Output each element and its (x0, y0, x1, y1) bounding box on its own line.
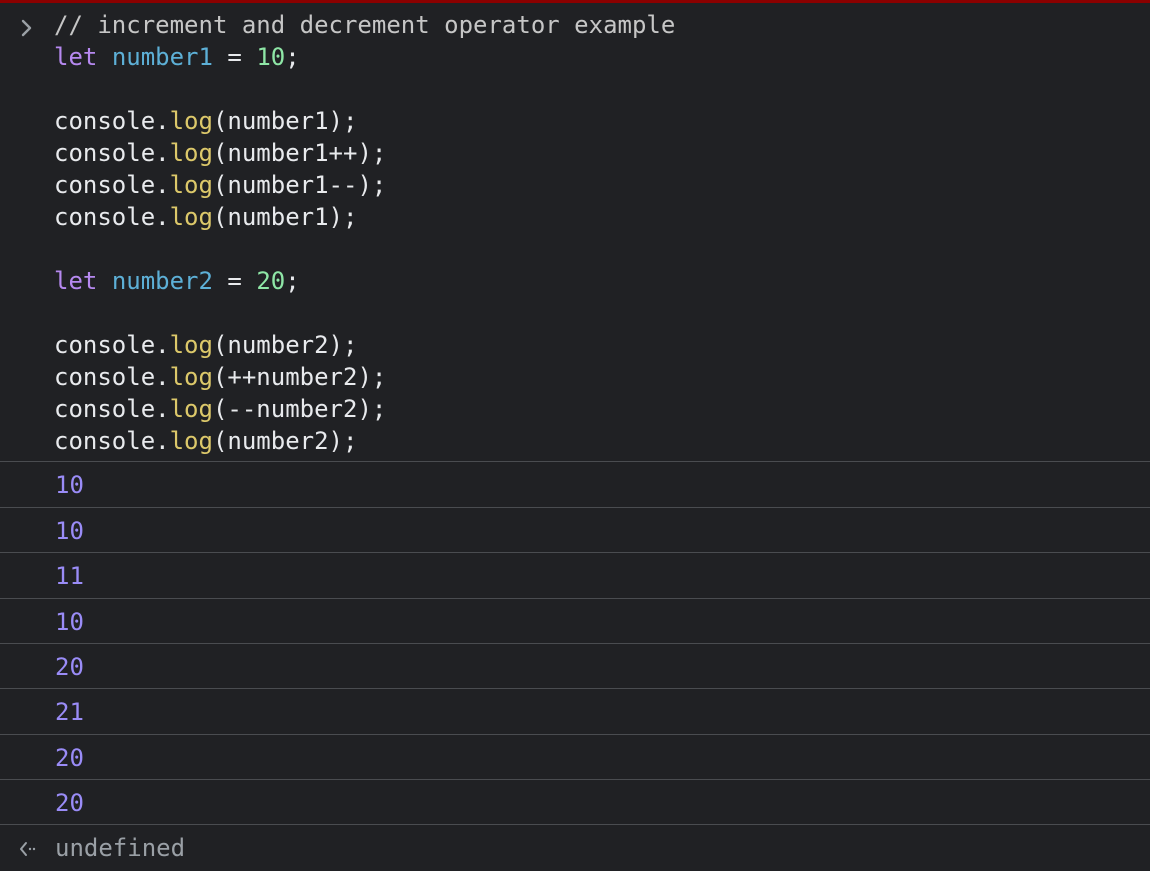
console-output-row: 10 (0, 461, 1150, 506)
code-token-plain: console. (54, 395, 170, 423)
code-token-plain: console. (54, 203, 170, 231)
code-token-plain: = (212, 267, 257, 295)
output-value: 20 (55, 789, 84, 817)
output-value: 10 (55, 471, 84, 499)
output-value: 20 (55, 653, 84, 681)
code-token-var: number1 (111, 43, 213, 71)
code-token-var: number2 (111, 267, 213, 295)
code-line: let number2 = 20; (54, 265, 675, 297)
console-result-row: undefined (0, 824, 1150, 871)
code-line: // increment and decrement operator exam… (54, 9, 675, 41)
code-line: console.log(number1++); (54, 137, 675, 169)
code-token-plain: console. (54, 363, 170, 391)
console-output-row: 20 (0, 734, 1150, 779)
console-input-entry[interactable]: // increment and decrement operator exam… (0, 8, 1150, 460)
code-token-func: log (169, 331, 213, 359)
code-token-plain: (++number2); (212, 363, 387, 391)
output-value: 10 (55, 608, 84, 636)
code-token-func: log (169, 395, 213, 423)
code-token-plain: (number1); (212, 107, 358, 135)
code-token-plain: console. (54, 107, 170, 135)
code-token-plain: console. (54, 171, 170, 199)
code-token-func: log (169, 427, 213, 455)
result-value: undefined (55, 834, 186, 862)
output-value: 20 (55, 744, 84, 772)
console-output-row: 11 (0, 552, 1150, 597)
output-value: 11 (55, 562, 84, 590)
code-token-func: log (169, 171, 213, 199)
code-line: console.log(number2); (54, 425, 675, 457)
console-output-row: 10 (0, 598, 1150, 643)
code-token-plain: (number1--); (212, 171, 387, 199)
code-token-plain: (number1); (212, 203, 358, 231)
chevron-right-icon (21, 19, 32, 37)
output-value: 10 (55, 517, 84, 545)
code-token-plain: console. (54, 139, 170, 167)
code-line: console.log(++number2); (54, 361, 675, 393)
code-token-func: log (169, 139, 213, 167)
console-output-row: 10 (0, 507, 1150, 552)
code-token-plain: (--number2); (212, 395, 387, 423)
console-output-row: 21 (0, 688, 1150, 733)
console-output-row: 20 (0, 779, 1150, 824)
window-top-border (0, 0, 1150, 3)
code-line: console.log(number2); (54, 329, 675, 361)
code-line: console.log(number1--); (54, 169, 675, 201)
code-token-comment: // increment and decrement operator exam… (54, 11, 676, 39)
code-token-func: log (169, 203, 213, 231)
code-token-plain: console. (54, 331, 170, 359)
code-token-keyword: let (54, 267, 98, 295)
console-output-row: 20 (0, 643, 1150, 688)
code-line: console.log(number1); (54, 105, 675, 137)
code-token-plain: ; (285, 267, 300, 295)
code-token-plain: (number2); (212, 427, 358, 455)
code-token-plain: console. (54, 427, 170, 455)
code-block: // increment and decrement operator exam… (54, 9, 675, 457)
code-token-func: log (169, 107, 213, 135)
code-token-func: log (169, 363, 213, 391)
code-line: console.log(--number2); (54, 393, 675, 425)
code-token-num: 10 (256, 43, 286, 71)
code-token-plain: (number2); (212, 331, 358, 359)
code-line: console.log(number1); (54, 201, 675, 233)
code-token-keyword: let (54, 43, 98, 71)
code-token-plain: (number1++); (212, 139, 387, 167)
code-token-plain: = (212, 43, 257, 71)
code-token-num: 20 (256, 267, 286, 295)
code-token-plain: ; (285, 43, 300, 71)
code-line: let number1 = 10; (54, 41, 675, 73)
return-arrow-icon (20, 842, 36, 856)
output-value: 21 (55, 698, 84, 726)
